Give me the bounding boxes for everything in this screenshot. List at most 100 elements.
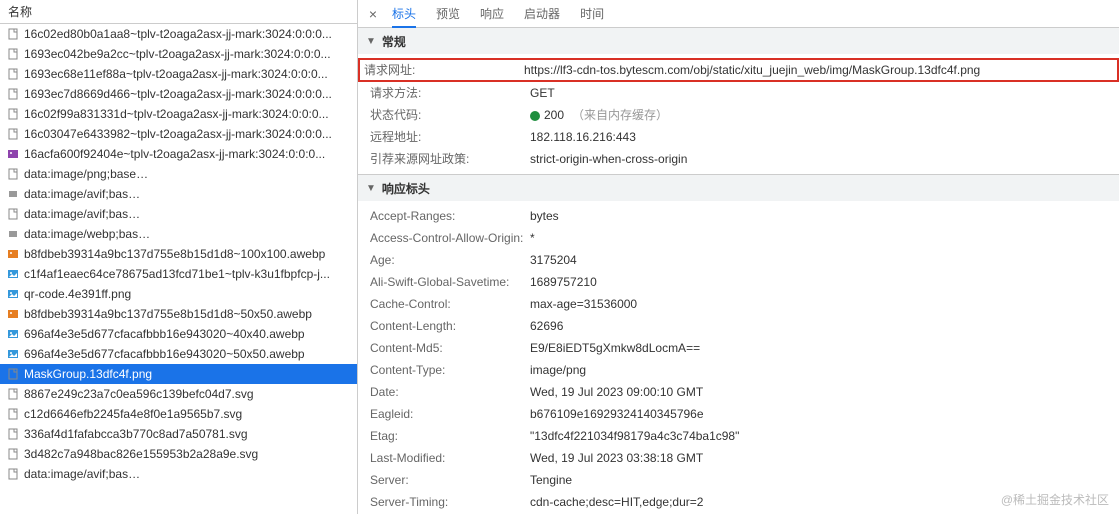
resource-item[interactable]: 696af4e3e5d677cfacafbbb16e943020~40x40.a…: [0, 324, 357, 344]
header-row: 远程地址:182.118.16.216:443: [358, 126, 1119, 148]
file-icon: [6, 307, 20, 321]
header-key: Age:: [370, 252, 530, 268]
resource-item[interactable]: 3d482c7a948bac826e155953b2a28a9e.svg: [0, 444, 357, 464]
resource-name: c1f4af1eaec64ce78675ad13fcd71be1~tplv-k3…: [24, 267, 330, 281]
header-value: Wed, 19 Jul 2023 03:38:18 GMT: [530, 450, 1107, 466]
header-value: max-age=31536000: [530, 296, 1107, 312]
header-value: 182.118.16.216:443: [530, 129, 1107, 145]
resource-item[interactable]: data:image/png;base…: [0, 164, 357, 184]
header-value: *: [530, 230, 1107, 246]
resource-item[interactable]: data:image/avif;bas…: [0, 184, 357, 204]
resource-item[interactable]: 1693ec7d8669d466~tplv-t2oaga2asx-jj-mark…: [0, 84, 357, 104]
header-row: Date:Wed, 19 Jul 2023 09:00:10 GMT: [358, 381, 1119, 403]
header-key: Content-Md5:: [370, 340, 530, 356]
section-title: 常规: [382, 33, 406, 50]
resource-item[interactable]: MaskGroup.13dfc4f.png: [0, 364, 357, 384]
section-header-general[interactable]: ▼ 常规: [358, 28, 1119, 54]
file-icon: [6, 347, 20, 361]
resource-item[interactable]: 336af4d1fafabcca3b770c8ad7a50781.svg: [0, 424, 357, 444]
resource-item[interactable]: 16c03047e6433982~tplv-t2oaga2asx-jj-mark…: [0, 124, 357, 144]
file-icon: [6, 87, 20, 101]
header-value: GET: [530, 85, 1107, 101]
file-icon: [6, 327, 20, 341]
resource-name: qr-code.4e391ff.png: [24, 287, 131, 301]
header-row: Content-Type:image/png: [358, 359, 1119, 381]
resource-name: data:image/png;base…: [24, 167, 148, 181]
header-key: Ali-Swift-Global-Savetime:: [370, 274, 530, 290]
section-title: 响应标头: [382, 180, 430, 197]
resource-name: 1693ec7d8669d466~tplv-t2oaga2asx-jj-mark…: [24, 87, 332, 101]
file-icon: [6, 227, 20, 241]
resource-item[interactable]: data:image/webp;bas…: [0, 224, 357, 244]
header-key: Accept-Ranges:: [370, 208, 530, 224]
header-value: Tengine: [530, 472, 1107, 488]
tabs: × 标头预览响应启动器时间: [358, 0, 1119, 28]
resource-name: 16c02f99a831331d~tplv-t2oaga2asx-jj-mark…: [24, 107, 329, 121]
header-row: Etag:"13dfc4f221034f98179a4c3c74ba1c98": [358, 425, 1119, 447]
header-value: strict-origin-when-cross-origin: [530, 151, 1107, 167]
tab[interactable]: 标头: [382, 0, 426, 28]
resource-name: data:image/avif;bas…: [24, 187, 140, 201]
header-key: 请求网址:: [364, 62, 524, 78]
status-dot-icon: [530, 111, 540, 121]
header-key: Content-Type:: [370, 362, 530, 378]
resource-name: 1693ec68e11ef88a~tplv-t2oaga2asx-jj-mark…: [24, 67, 328, 81]
header-row: Content-Md5:E9/E8iEDT5gXmkw8dLocmA==: [358, 337, 1119, 359]
resource-item[interactable]: qr-code.4e391ff.png: [0, 284, 357, 304]
tab[interactable]: 预览: [426, 0, 470, 28]
header-value: 1689757210: [530, 274, 1107, 290]
resource-name: c12d6646efb2245fa4e8f0e1a9565b7.svg: [24, 407, 242, 421]
resource-item[interactable]: 16c02f99a831331d~tplv-t2oaga2asx-jj-mark…: [0, 104, 357, 124]
resource-name: data:image/webp;bas…: [24, 227, 150, 241]
resource-item[interactable]: 696af4e3e5d677cfacafbbb16e943020~50x50.a…: [0, 344, 357, 364]
tab[interactable]: 启动器: [514, 0, 570, 28]
header-key: Content-Length:: [370, 318, 530, 334]
header-key: 远程地址:: [370, 129, 530, 145]
resource-item[interactable]: 16acfa600f92404e~tplv-t2oaga2asx-jj-mark…: [0, 144, 357, 164]
column-header-name[interactable]: 名称: [0, 0, 357, 24]
resource-item[interactable]: data:image/avif;bas…: [0, 464, 357, 484]
header-key: Last-Modified:: [370, 450, 530, 466]
file-icon: [6, 447, 20, 461]
tab[interactable]: 时间: [570, 0, 614, 28]
resource-name: b8fdbeb39314a9bc137d755e8b15d1d8~100x100…: [24, 247, 325, 261]
resource-item[interactable]: c12d6646efb2245fa4e8f0e1a9565b7.svg: [0, 404, 357, 424]
header-row: Last-Modified:Wed, 19 Jul 2023 03:38:18 …: [358, 447, 1119, 469]
section-header-response[interactable]: ▼ 响应标头: [358, 175, 1119, 201]
tab[interactable]: 响应: [470, 0, 514, 28]
header-key: Server-Timing:: [370, 494, 530, 510]
file-icon: [6, 407, 20, 421]
header-value: Wed, 19 Jul 2023 09:00:10 GMT: [530, 384, 1107, 400]
resource-item[interactable]: b8fdbeb39314a9bc137d755e8b15d1d8~100x100…: [0, 244, 357, 264]
resource-name: 336af4d1fafabcca3b770c8ad7a50781.svg: [24, 427, 248, 441]
resource-item[interactable]: b8fdbeb39314a9bc137d755e8b15d1d8~50x50.a…: [0, 304, 357, 324]
header-row: Cache-Control:max-age=31536000: [358, 293, 1119, 315]
header-value: "13dfc4f221034f98179a4c3c74ba1c98": [530, 428, 1107, 444]
chevron-down-icon: ▼: [366, 183, 376, 194]
header-key: Etag:: [370, 428, 530, 444]
file-icon: [6, 27, 20, 41]
resource-item[interactable]: 1693ec042be9a2cc~tplv-t2oaga2asx-jj-mark…: [0, 44, 357, 64]
header-key: Access-Control-Allow-Origin:: [370, 230, 530, 246]
header-value: cdn-cache;desc=HIT,edge;dur=2: [530, 494, 1107, 510]
header-row: Eagleid:b676109e16929324140345796e: [358, 403, 1119, 425]
header-value: bytes: [530, 208, 1107, 224]
file-icon: [6, 67, 20, 81]
resource-item[interactable]: 8867e249c23a7c0ea596c139befc04d7.svg: [0, 384, 357, 404]
close-icon[interactable]: ×: [364, 5, 382, 23]
resource-item[interactable]: data:image/avif;bas…: [0, 204, 357, 224]
resource-item[interactable]: 16c02ed80b0a1aa8~tplv-t2oaga2asx-jj-mark…: [0, 24, 357, 44]
header-value: 3175204: [530, 252, 1107, 268]
file-icon: [6, 267, 20, 281]
file-icon: [6, 287, 20, 301]
resource-item[interactable]: 1693ec68e11ef88a~tplv-t2oaga2asx-jj-mark…: [0, 64, 357, 84]
resource-list: 16c02ed80b0a1aa8~tplv-t2oaga2asx-jj-mark…: [0, 24, 357, 514]
resource-item[interactable]: c1f4af1eaec64ce78675ad13fcd71be1~tplv-k3…: [0, 264, 357, 284]
resource-name: MaskGroup.13dfc4f.png: [24, 367, 152, 381]
file-icon: [6, 107, 20, 121]
header-key: Server:: [370, 472, 530, 488]
header-key: Eagleid:: [370, 406, 530, 422]
file-icon: [6, 387, 20, 401]
header-value: https://lf3-cdn-tos.bytescm.com/obj/stat…: [524, 62, 1113, 78]
header-row: 状态代码:200（来自内存缓存）: [358, 104, 1119, 126]
